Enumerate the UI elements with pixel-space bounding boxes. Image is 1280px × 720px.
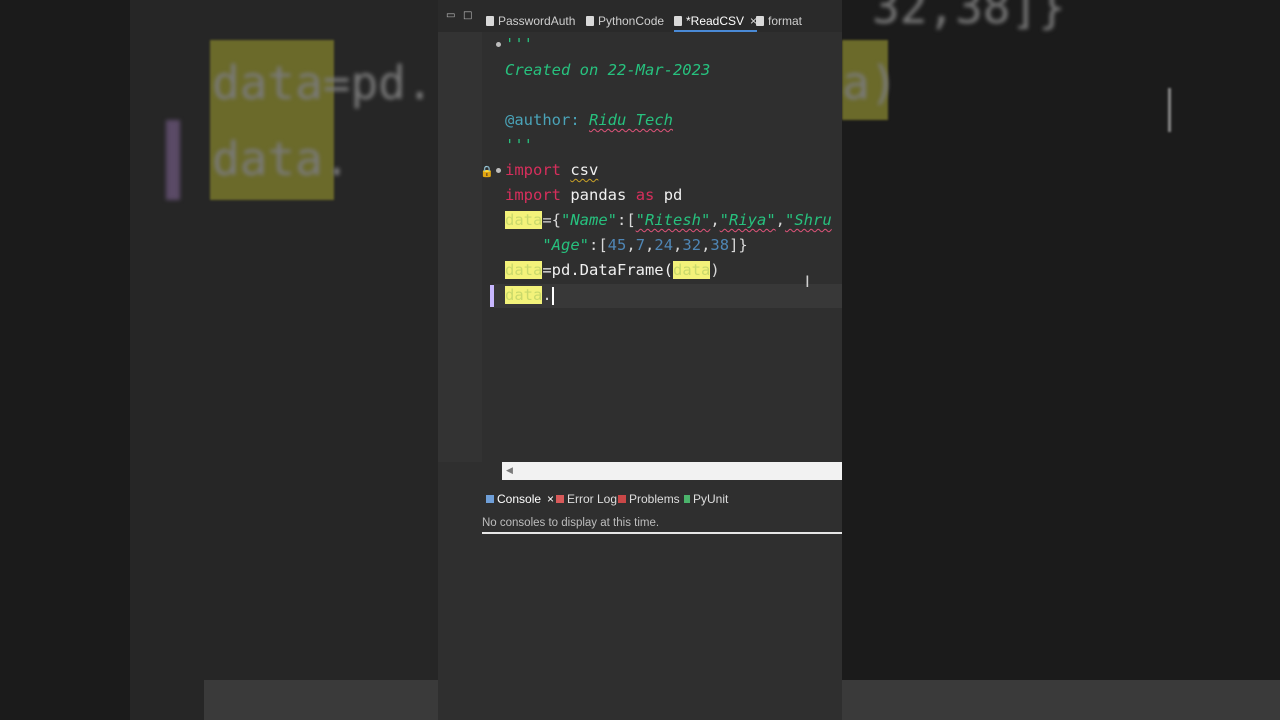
change-marker xyxy=(490,285,494,307)
code-line-7: import pandas as pd xyxy=(505,186,683,204)
console-icon xyxy=(486,495,494,503)
background-code-line2: data. xyxy=(212,132,351,186)
background-right: 32,38]} a) xyxy=(842,0,1280,720)
problems-icon xyxy=(618,495,626,503)
background-marker xyxy=(166,120,180,200)
python-file-icon xyxy=(486,16,494,26)
background-left: data=pd. data. xyxy=(0,0,438,720)
pyunit-icon xyxy=(684,495,690,503)
editor-tab-bar: ▭ □ PasswordAuth PythonCode *ReadCSV × fo… xyxy=(438,0,842,32)
tab-pyunit[interactable]: PyUnit xyxy=(684,492,728,506)
text-caret xyxy=(551,286,554,305)
tab-format[interactable]: format xyxy=(756,12,802,30)
background-code-line1: data=pd. xyxy=(212,56,434,110)
horizontal-scrollbar[interactable]: ◀ xyxy=(502,462,842,480)
code-line-5: ''' xyxy=(505,136,533,154)
background-code-top: 32,38]} xyxy=(872,0,1066,34)
console-view[interactable]: No consoles to display at this time. xyxy=(482,514,842,720)
background-ibeam-icon xyxy=(1168,88,1177,132)
console-empty-message: No consoles to display at this time. xyxy=(482,517,660,529)
editor-gutter xyxy=(438,32,482,462)
python-file-icon xyxy=(674,16,682,26)
close-console-icon[interactable]: × xyxy=(547,492,554,506)
ibeam-cursor-icon: I xyxy=(805,272,810,291)
background-code-right: a) xyxy=(842,56,898,110)
ide-window: ▭ □ PasswordAuth PythonCode *ReadCSV × fo… xyxy=(438,0,842,720)
python-file-icon xyxy=(586,16,594,26)
tab-error-log[interactable]: Error Log xyxy=(556,492,617,506)
code-line-9: "Age":[45,7,24,32,38]} xyxy=(542,236,748,254)
fold-icon[interactable] xyxy=(496,42,501,47)
scroll-left-icon[interactable]: ◀ xyxy=(506,465,513,476)
code-line-4: @author: Ridu Tech xyxy=(505,111,673,129)
tab-problems[interactable]: Problems xyxy=(618,492,680,506)
code-line-11[interactable]: data. xyxy=(505,283,554,308)
tab-console[interactable]: Console × xyxy=(486,492,554,506)
minimize-icon[interactable]: ▭ xyxy=(446,10,455,21)
code-editor[interactable]: 🔒 ''' Created on 22-Mar-2023 @author: Ri… xyxy=(438,32,842,462)
code-line-1: ''' xyxy=(505,35,533,53)
code-line-10: data=pd.DataFrame(data) xyxy=(505,261,720,279)
console-divider xyxy=(482,532,842,534)
code-line-8: data={"Name":["Ritesh","Riya","Shru xyxy=(505,211,832,229)
warning-icon[interactable]: 🔒 xyxy=(480,165,494,178)
tab-passwordauth[interactable]: PasswordAuth xyxy=(486,12,575,30)
fold-icon[interactable] xyxy=(496,168,501,173)
code-line-2: Created on 22-Mar-2023 xyxy=(505,61,711,79)
bottom-panel-tabs: Console × Error Log Problems PyUnit xyxy=(482,486,842,514)
tab-readcsv[interactable]: *ReadCSV × xyxy=(674,12,758,32)
error-log-icon xyxy=(556,495,564,503)
code-line-6: import csv xyxy=(505,161,599,179)
maximize-icon[interactable]: □ xyxy=(463,10,472,21)
tab-pythoncode[interactable]: PythonCode xyxy=(586,12,664,30)
python-file-icon xyxy=(756,16,764,26)
